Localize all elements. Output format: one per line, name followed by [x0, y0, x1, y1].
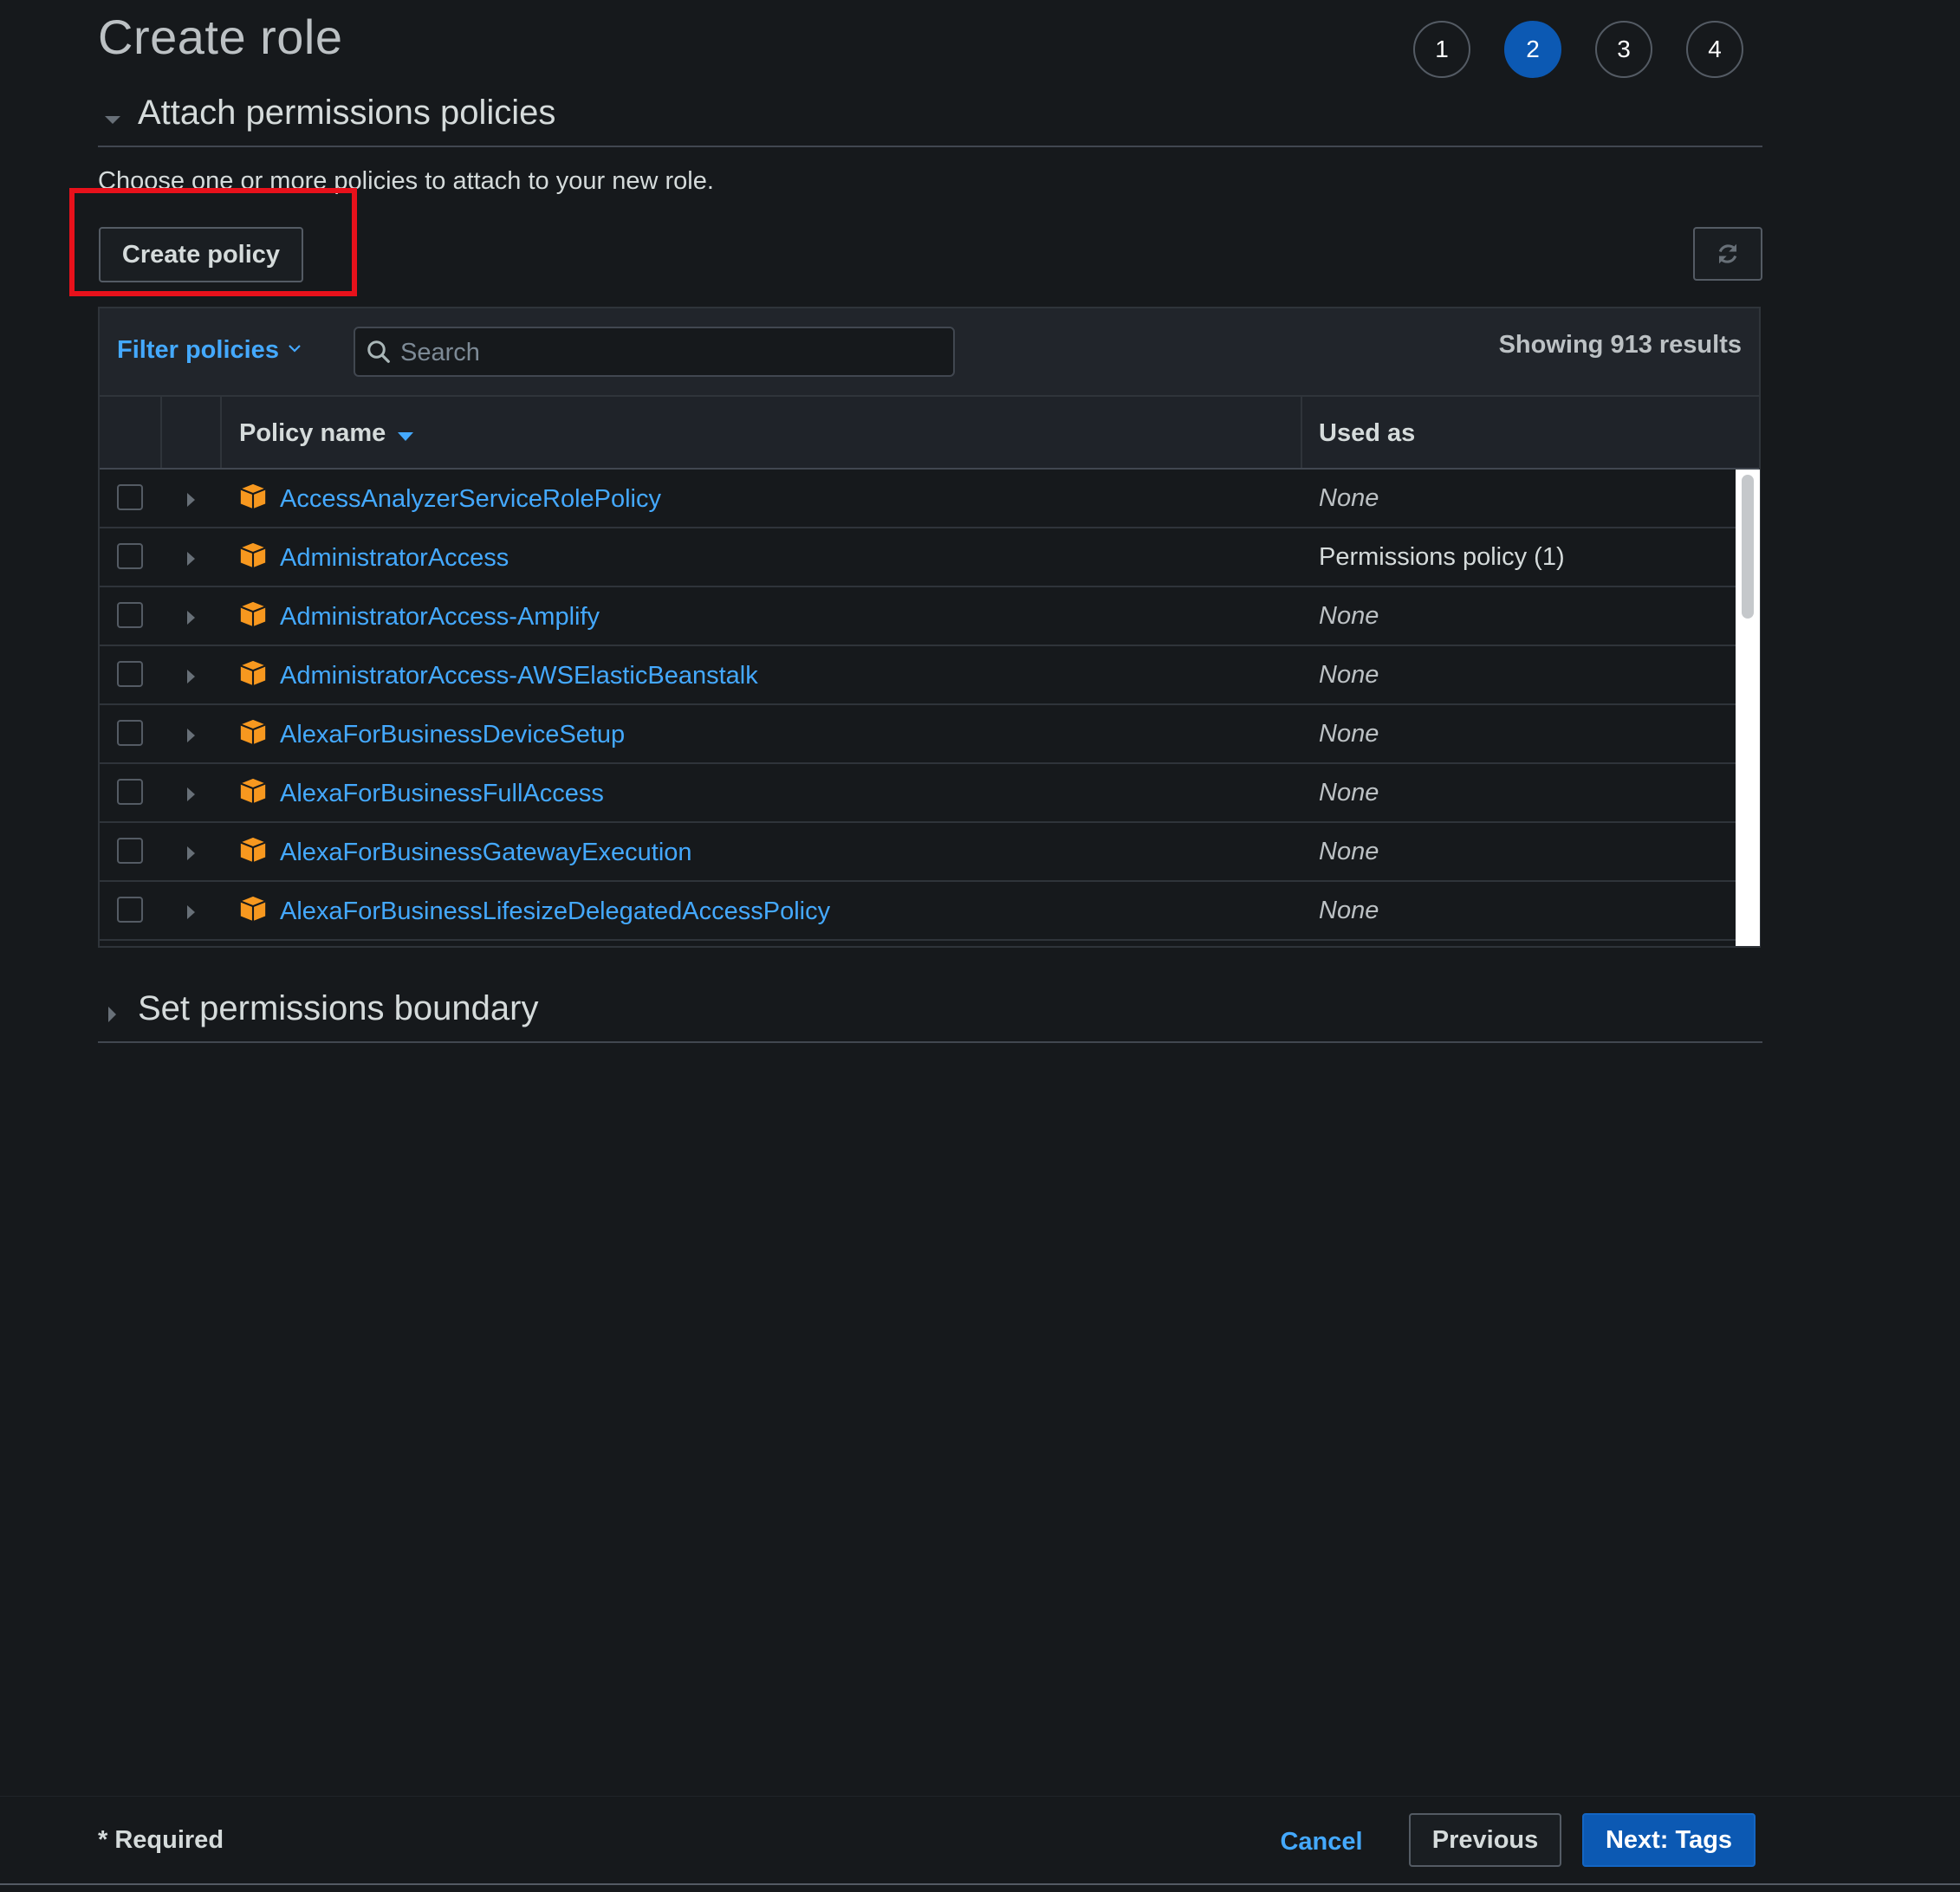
- table-row[interactable]: AlexaForBusinessGatewayExecution None: [100, 823, 1736, 882]
- column-divider: [160, 397, 162, 468]
- step-2[interactable]: 2: [1504, 21, 1561, 78]
- expand-row-icon[interactable]: [187, 493, 195, 507]
- row-checkbox[interactable]: [117, 838, 143, 864]
- policy-name-link[interactable]: AdministratorAccess-Amplify: [280, 603, 600, 632]
- used-as-value: None: [1319, 838, 1379, 865]
- required-label: * Required: [98, 1826, 224, 1854]
- used-as-value: None: [1319, 484, 1379, 512]
- aws-managed-policy-icon: [240, 778, 266, 804]
- expand-row-icon[interactable]: [187, 611, 195, 625]
- sort-descending-icon[interactable]: [398, 432, 413, 441]
- aws-managed-policy-icon: [240, 719, 266, 745]
- page-title: Create role: [98, 10, 343, 64]
- search-icon: [367, 340, 390, 363]
- collapse-caret-icon: [105, 116, 120, 124]
- section-title: Set permissions boundary: [138, 989, 539, 1027]
- chevron-down-icon[interactable]: [286, 340, 303, 357]
- used-as-value: None: [1319, 661, 1379, 689]
- row-checkbox[interactable]: [117, 484, 143, 510]
- policy-name-link[interactable]: AccessAnalyzerServiceRolePolicy: [280, 485, 661, 514]
- cancel-button[interactable]: Cancel: [1265, 1814, 1378, 1869]
- policy-name-link[interactable]: AlexaForBusinessLifesizeDelegatedAccessP…: [280, 897, 830, 926]
- expand-row-icon[interactable]: [187, 787, 195, 801]
- policy-name-link[interactable]: AlexaForBusinessFullAccess: [280, 780, 604, 808]
- section-title: Attach permissions policies: [138, 94, 556, 132]
- scrollbar-thumb[interactable]: [1742, 475, 1754, 619]
- aws-managed-policy-icon: [240, 660, 266, 686]
- step-3[interactable]: 3: [1595, 21, 1652, 78]
- scrollbar[interactable]: [1736, 470, 1760, 946]
- highlight-box: [69, 188, 357, 296]
- permissions-boundary-header[interactable]: Set permissions boundary: [98, 981, 1762, 1043]
- divider: [0, 1883, 1960, 1885]
- table-row[interactable]: AdministratorAccess-AWSElasticBeanstalk …: [100, 646, 1736, 705]
- next-tags-button[interactable]: Next: Tags: [1582, 1813, 1756, 1867]
- table-row[interactable]: AlexaForBusinessLifesizeDelegatedAccessP…: [100, 882, 1736, 941]
- used-as-value: None: [1319, 602, 1379, 630]
- table-header: Policy name Used as: [100, 397, 1759, 470]
- search-box[interactable]: [354, 327, 955, 377]
- used-as-value: Permissions policy (1): [1319, 543, 1565, 571]
- aws-managed-policy-icon: [240, 601, 266, 627]
- expand-row-icon[interactable]: [187, 729, 195, 742]
- row-checkbox[interactable]: [117, 661, 143, 687]
- row-checkbox[interactable]: [117, 779, 143, 805]
- aws-managed-policy-icon: [240, 483, 266, 509]
- expand-row-icon[interactable]: [187, 552, 195, 566]
- previous-button[interactable]: Previous: [1409, 1813, 1561, 1867]
- row-checkbox[interactable]: [117, 897, 143, 923]
- expand-row-icon[interactable]: [187, 905, 195, 919]
- filter-policies-dropdown[interactable]: Filter policies: [117, 336, 279, 365]
- refresh-icon: [1718, 243, 1737, 264]
- table-body: AccessAnalyzerServiceRolePolicy None Adm…: [100, 470, 1736, 941]
- aws-managed-policy-icon: [240, 837, 266, 863]
- step-4[interactable]: 4: [1686, 21, 1743, 78]
- filter-bar: Filter policies Showing 913 results: [100, 308, 1759, 397]
- table-row[interactable]: AdministratorAccess-Amplify None: [100, 587, 1736, 646]
- refresh-button[interactable]: [1693, 227, 1762, 281]
- used-as-value: None: [1319, 720, 1379, 748]
- step-1[interactable]: 1: [1413, 21, 1470, 78]
- aws-managed-policy-icon: [240, 542, 266, 568]
- used-as-value: None: [1319, 779, 1379, 807]
- attach-permissions-header[interactable]: Attach permissions policies: [98, 85, 1762, 147]
- table-row[interactable]: AdministratorAccess Permissions policy (…: [100, 528, 1736, 587]
- policy-name-link[interactable]: AdministratorAccess: [280, 544, 509, 573]
- column-header-used-as[interactable]: Used as: [1319, 419, 1415, 448]
- row-checkbox[interactable]: [117, 543, 143, 569]
- policy-name-link[interactable]: AdministratorAccess-AWSElasticBeanstalk: [280, 662, 758, 690]
- table-row[interactable]: AlexaForBusinessFullAccess None: [100, 764, 1736, 823]
- table-row[interactable]: AlexaForBusinessDeviceSetup None: [100, 705, 1736, 764]
- table-row[interactable]: AccessAnalyzerServiceRolePolicy None: [100, 470, 1736, 528]
- search-input[interactable]: [399, 328, 939, 377]
- row-checkbox[interactable]: [117, 720, 143, 746]
- results-count: Showing 913 results: [1498, 331, 1742, 359]
- aws-managed-policy-icon: [240, 896, 266, 922]
- policy-table: Filter policies Showing 913 results Poli…: [98, 307, 1761, 948]
- column-header-policy-name[interactable]: Policy name: [239, 419, 386, 448]
- column-divider: [220, 397, 222, 468]
- used-as-value: None: [1319, 897, 1379, 924]
- policy-name-link[interactable]: AlexaForBusinessDeviceSetup: [280, 721, 625, 749]
- row-checkbox[interactable]: [117, 602, 143, 628]
- column-divider: [1301, 397, 1302, 468]
- expand-row-icon[interactable]: [187, 670, 195, 684]
- policy-name-link[interactable]: AlexaForBusinessGatewayExecution: [280, 839, 692, 867]
- expand-caret-icon: [108, 1007, 116, 1022]
- expand-row-icon[interactable]: [187, 846, 195, 860]
